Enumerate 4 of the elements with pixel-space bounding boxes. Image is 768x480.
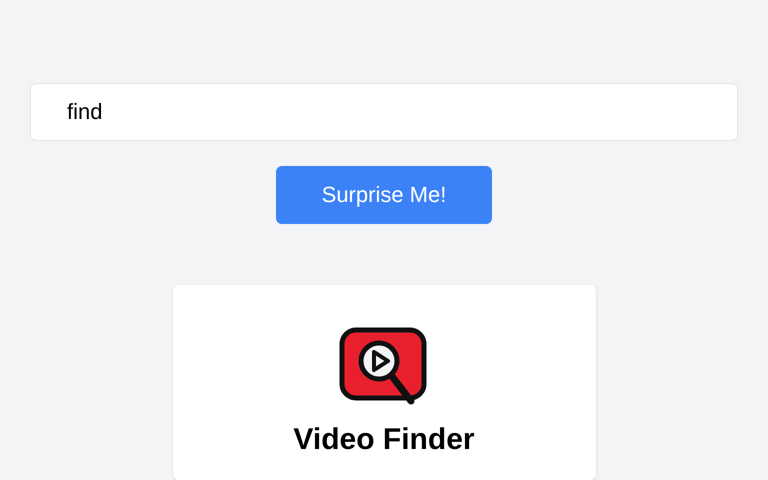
search-field[interactable]: find <box>30 83 738 142</box>
card-title: Video Finder <box>293 424 475 455</box>
surprise-button[interactable]: Surprise Me! <box>276 166 492 224</box>
video-search-icon <box>339 326 429 407</box>
